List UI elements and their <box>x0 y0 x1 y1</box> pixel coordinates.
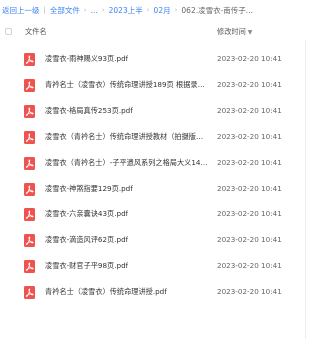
column-header-modified[interactable]: 修改时间 ▼ <box>217 27 252 37</box>
sort-down-icon: ▼ <box>247 29 253 36</box>
year-folder-link[interactable]: 2023上半 <box>109 5 143 16</box>
file-modified-time: 2023-02-20 10:41 <box>217 80 282 89</box>
select-all-checkbox[interactable] <box>5 28 12 35</box>
file-modified-time: 2023-02-20 10:41 <box>217 184 282 193</box>
file-row[interactable]: 凌雪衣-滴造风评62页.pdf 2023-02-20 10:41 <box>0 228 310 254</box>
file-name[interactable]: 凌雪衣-六亲囊诀43页.pdf <box>45 209 128 219</box>
collapsed-path-link[interactable]: ... <box>91 6 98 15</box>
file-row[interactable]: 青衿名士（凌雪衣）传统命理讲授189页 根据录音整理讲... 2023-02-20… <box>0 73 310 99</box>
pdf-file-icon <box>24 234 35 247</box>
pdf-file-icon <box>24 183 35 196</box>
pdf-file-icon <box>24 208 35 221</box>
file-name[interactable]: 凌雪衣（青衿名士）-子平遗风系列之格局大义140页.pdf <box>45 158 210 168</box>
file-row[interactable]: 凌雪衣-格局真传253页.pdf 2023-02-20 10:41 <box>0 99 310 125</box>
file-modified-time: 2023-02-20 10:41 <box>217 132 282 141</box>
chevron-right-icon: › <box>146 6 150 14</box>
file-modified-time: 2023-02-20 10:41 <box>217 287 282 296</box>
file-name[interactable]: 青衿名士（凌雪衣）传统命理讲授.pdf <box>45 287 167 297</box>
pdf-file-icon <box>24 157 35 170</box>
file-modified-time: 2023-02-20 10:41 <box>217 106 282 115</box>
column-header-name[interactable]: 文件名 <box>25 27 47 37</box>
file-row[interactable]: 凌雪衣（青衿名士）-子平遗风系列之格局大义140页.pdf 2023-02-20 … <box>0 151 310 177</box>
pdf-file-icon <box>24 79 35 92</box>
separator: | <box>43 6 46 14</box>
file-row[interactable]: 凌雪衣-雨神赐义93页.pdf 2023-02-20 10:41 <box>0 47 310 73</box>
month-folder-link[interactable]: 02月 <box>154 5 171 16</box>
column-header-modified-label: 修改时间 <box>217 27 246 36</box>
file-browser: 返回上一级 | 全部文件 › ... › 2023上半 › 02月 › 062.… <box>0 0 310 339</box>
current-folder: 062.凌雪衣-南传子... <box>181 5 253 15</box>
chevron-right-icon: › <box>83 6 87 14</box>
pdf-file-icon <box>24 286 35 299</box>
file-row[interactable]: 凌雪衣（青衿名士）传统命理讲授教材（拍摄版）92页... 2023-02-20 1… <box>0 125 310 151</box>
file-modified-time: 2023-02-20 10:41 <box>217 158 282 167</box>
pdf-file-icon <box>24 53 35 66</box>
file-name[interactable]: 凌雪衣-滴造风评62页.pdf <box>45 235 128 245</box>
file-modified-time: 2023-02-20 10:41 <box>217 209 282 218</box>
file-name[interactable]: 凌雪衣-格局真传253页.pdf <box>45 106 133 116</box>
chevron-right-icon: › <box>101 6 105 14</box>
file-row[interactable]: 凌雪衣-六亲囊诀43页.pdf 2023-02-20 10:41 <box>0 202 310 228</box>
pdf-file-icon <box>24 260 35 273</box>
chevron-right-icon: › <box>174 6 178 14</box>
back-link[interactable]: 返回上一级 <box>2 5 40 16</box>
file-name[interactable]: 凌雪衣-财官子平98页.pdf <box>45 261 128 271</box>
file-name[interactable]: 凌雪衣-神煞指要129页.pdf <box>45 184 133 194</box>
list-header: 文件名 修改时间 ▼ <box>0 24 310 42</box>
file-row[interactable]: 凌雪衣-财官子平98页.pdf 2023-02-20 10:41 <box>0 254 310 280</box>
file-name[interactable]: 凌雪衣-雨神赐义93页.pdf <box>45 54 128 64</box>
all-files-link[interactable]: 全部文件 <box>50 5 80 16</box>
file-modified-time: 2023-02-20 10:41 <box>217 54 282 63</box>
file-row[interactable]: 青衿名士（凌雪衣）传统命理讲授.pdf 2023-02-20 10:41 <box>0 280 310 306</box>
pdf-file-icon <box>24 105 35 118</box>
file-modified-time: 2023-02-20 10:41 <box>217 235 282 244</box>
file-name[interactable]: 青衿名士（凌雪衣）传统命理讲授189页 根据录音整理讲... <box>45 80 210 90</box>
file-name[interactable]: 凌雪衣（青衿名士）传统命理讲授教材（拍摄版）92页... <box>45 132 210 142</box>
file-modified-time: 2023-02-20 10:41 <box>217 261 282 270</box>
pdf-file-icon <box>24 131 35 144</box>
file-row[interactable]: 凌雪衣-神煞指要129页.pdf 2023-02-20 10:41 <box>0 177 310 203</box>
breadcrumb: 返回上一级 | 全部文件 › ... › 2023上半 › 02月 › 062.… <box>0 0 310 20</box>
scrollbar-track <box>305 40 306 339</box>
